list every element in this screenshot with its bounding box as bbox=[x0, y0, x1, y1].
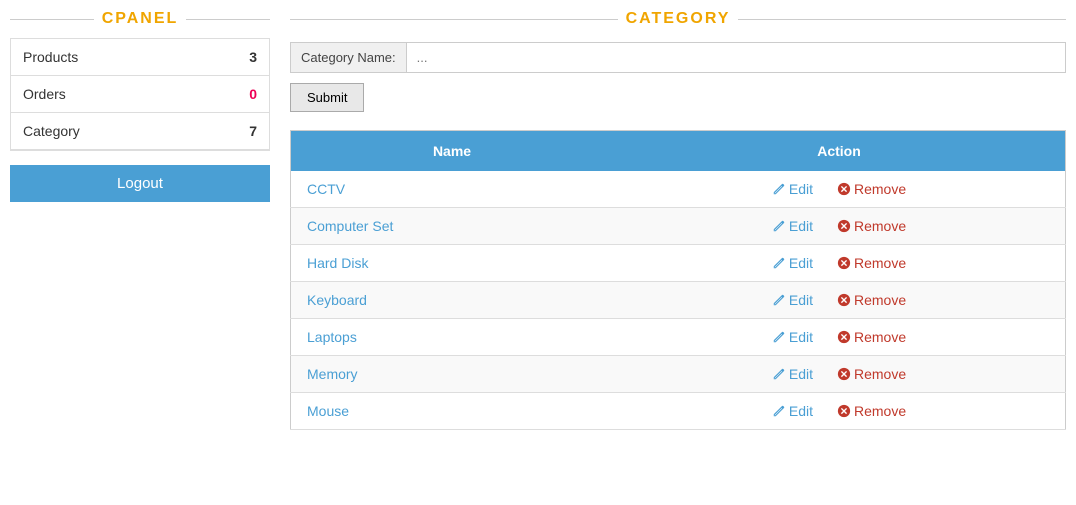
remove-button[interactable]: ✕Remove bbox=[837, 366, 906, 382]
sidebar-item-category-count: 7 bbox=[249, 123, 257, 139]
sidebar-title: CPANEL bbox=[102, 10, 179, 28]
remove-icon: ✕ bbox=[837, 330, 851, 344]
edit-icon bbox=[772, 330, 786, 344]
remove-button[interactable]: ✕Remove bbox=[837, 181, 906, 197]
cell-name: Laptops bbox=[291, 319, 614, 356]
table-row: CCTV Edit ✕Remove bbox=[291, 171, 1066, 208]
edit-icon bbox=[772, 367, 786, 381]
edit-button[interactable]: Edit bbox=[772, 292, 813, 308]
cell-name: Hard Disk bbox=[291, 245, 614, 282]
sidebar-item-orders[interactable]: Orders 0 bbox=[11, 76, 269, 113]
table-row: Keyboard Edit ✕Remove bbox=[291, 282, 1066, 319]
edit-button[interactable]: Edit bbox=[772, 403, 813, 419]
edit-icon bbox=[772, 256, 786, 270]
table-row: Hard Disk Edit ✕Remove bbox=[291, 245, 1066, 282]
edit-button[interactable]: Edit bbox=[772, 329, 813, 345]
remove-button[interactable]: ✕Remove bbox=[837, 403, 906, 419]
svg-text:✕: ✕ bbox=[840, 222, 848, 233]
sidebar: CPANEL Products 3 Orders 0 Category 7 Lo… bbox=[10, 10, 270, 430]
remove-icon: ✕ bbox=[837, 256, 851, 270]
svg-text:✕: ✕ bbox=[840, 407, 848, 418]
edit-button[interactable]: Edit bbox=[772, 255, 813, 271]
edit-button[interactable]: Edit bbox=[772, 366, 813, 382]
svg-text:✕: ✕ bbox=[840, 259, 848, 270]
cell-actions: Edit ✕Remove bbox=[613, 171, 1065, 208]
remove-icon: ✕ bbox=[837, 182, 851, 196]
cell-actions: Edit ✕Remove bbox=[613, 282, 1065, 319]
sidebar-item-products-label: Products bbox=[23, 49, 78, 65]
main-header: CATEGORY bbox=[290, 10, 1066, 28]
remove-button[interactable]: ✕Remove bbox=[837, 218, 906, 234]
sidebar-item-products-count: 3 bbox=[249, 49, 257, 65]
category-name-input[interactable] bbox=[407, 43, 1065, 72]
edit-icon bbox=[772, 293, 786, 307]
table-row: Mouse Edit ✕Remove bbox=[291, 393, 1066, 430]
table-row: Laptops Edit ✕Remove bbox=[291, 319, 1066, 356]
cell-name: Memory bbox=[291, 356, 614, 393]
main-line-left bbox=[290, 19, 618, 20]
remove-button[interactable]: ✕Remove bbox=[837, 329, 906, 345]
sidebar-header: CPANEL bbox=[10, 10, 270, 28]
logout-button[interactable]: Logout bbox=[10, 165, 270, 202]
sidebar-item-orders-label: Orders bbox=[23, 86, 66, 102]
table-row: Memory Edit ✕Remove bbox=[291, 356, 1066, 393]
cell-actions: Edit ✕Remove bbox=[613, 356, 1065, 393]
col-name: Name bbox=[291, 131, 614, 172]
sidebar-item-products[interactable]: Products 3 bbox=[11, 39, 269, 76]
remove-icon: ✕ bbox=[837, 367, 851, 381]
edit-button[interactable]: Edit bbox=[772, 181, 813, 197]
edit-icon bbox=[772, 219, 786, 233]
col-action: Action bbox=[613, 131, 1065, 172]
main-title: CATEGORY bbox=[626, 10, 731, 28]
sidebar-line-left bbox=[10, 19, 94, 20]
cell-actions: Edit ✕Remove bbox=[613, 319, 1065, 356]
svg-text:✕: ✕ bbox=[840, 370, 848, 381]
sidebar-item-orders-count: 0 bbox=[249, 86, 257, 102]
sidebar-line-right bbox=[186, 19, 270, 20]
cell-actions: Edit ✕Remove bbox=[613, 393, 1065, 430]
edit-button[interactable]: Edit bbox=[772, 218, 813, 234]
main-content: CATEGORY Category Name: Submit Name Acti… bbox=[290, 10, 1066, 430]
remove-button[interactable]: ✕Remove bbox=[837, 292, 906, 308]
cell-name: CCTV bbox=[291, 171, 614, 208]
cell-actions: Edit ✕Remove bbox=[613, 208, 1065, 245]
submit-button[interactable]: Submit bbox=[290, 83, 364, 112]
cell-name: Computer Set bbox=[291, 208, 614, 245]
cell-name: Keyboard bbox=[291, 282, 614, 319]
cell-name: Mouse bbox=[291, 393, 614, 430]
table-header-row: Name Action bbox=[291, 131, 1066, 172]
category-name-label: Category Name: bbox=[291, 43, 407, 72]
edit-icon bbox=[772, 182, 786, 196]
sidebar-item-category-label: Category bbox=[23, 123, 80, 139]
svg-text:✕: ✕ bbox=[840, 333, 848, 344]
sidebar-item-category[interactable]: Category 7 bbox=[11, 113, 269, 150]
cell-actions: Edit ✕Remove bbox=[613, 245, 1065, 282]
remove-icon: ✕ bbox=[837, 404, 851, 418]
edit-icon bbox=[772, 404, 786, 418]
svg-text:✕: ✕ bbox=[840, 185, 848, 196]
category-form-row: Category Name: bbox=[290, 42, 1066, 73]
category-table: Name Action CCTVEdit✕RemoveComputer SetE… bbox=[290, 130, 1066, 430]
remove-icon: ✕ bbox=[837, 219, 851, 233]
main-line-right bbox=[738, 19, 1066, 20]
sidebar-menu: Products 3 Orders 0 Category 7 bbox=[10, 38, 270, 151]
svg-text:✕: ✕ bbox=[840, 296, 848, 307]
remove-button[interactable]: ✕Remove bbox=[837, 255, 906, 271]
remove-icon: ✕ bbox=[837, 293, 851, 307]
table-row: Computer Set Edit ✕Remove bbox=[291, 208, 1066, 245]
